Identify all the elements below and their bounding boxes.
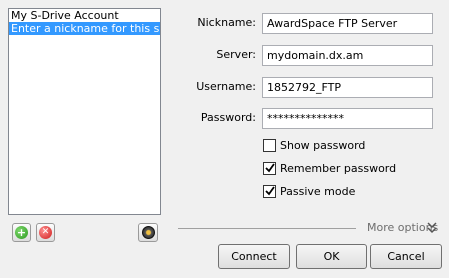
passive-mode-label: Passive mode bbox=[280, 184, 356, 198]
username-label: Username: bbox=[196, 80, 256, 93]
double-chevron-down-icon[interactable] bbox=[427, 221, 437, 235]
x-icon: ✕ bbox=[39, 226, 52, 239]
account-list[interactable]: My S-Drive Account Enter a nickname for … bbox=[8, 8, 161, 215]
ok-button[interactable]: OK bbox=[296, 244, 367, 269]
checkbox-box[interactable] bbox=[263, 161, 276, 175]
connect-button[interactable]: Connect bbox=[218, 244, 290, 269]
remember-password-label: Remember password bbox=[280, 161, 397, 175]
divider bbox=[178, 228, 356, 229]
plus-icon: + bbox=[15, 226, 28, 239]
remember-password-checkbox[interactable]: Remember password bbox=[263, 160, 396, 176]
username-field[interactable]: 1852792_FTP bbox=[262, 77, 433, 98]
nickname-label: Nickname: bbox=[197, 16, 256, 29]
show-password-label: Show password bbox=[280, 138, 366, 152]
checkbox-box[interactable] bbox=[263, 184, 276, 198]
remove-account-button[interactable]: ✕ bbox=[36, 223, 55, 242]
server-field[interactable]: mydomain.dx.am bbox=[262, 45, 433, 66]
password-field[interactable]: ************** bbox=[262, 108, 433, 129]
gear-icon bbox=[141, 226, 155, 239]
nickname-field[interactable]: AwardSpace FTP Server bbox=[262, 13, 433, 34]
server-label: Server: bbox=[216, 48, 256, 61]
account-settings-button[interactable] bbox=[138, 223, 158, 242]
add-account-button[interactable]: + bbox=[12, 223, 31, 242]
account-item-new-server[interactable]: Enter a nickname for this server bbox=[9, 22, 160, 35]
checkbox-box[interactable] bbox=[263, 138, 276, 152]
cancel-button[interactable]: Cancel bbox=[370, 244, 442, 269]
account-item-my-s-drive[interactable]: My S-Drive Account bbox=[9, 9, 160, 22]
password-label: Password: bbox=[200, 111, 256, 124]
show-password-checkbox[interactable]: Show password bbox=[263, 137, 365, 153]
passive-mode-checkbox[interactable]: Passive mode bbox=[263, 183, 355, 199]
